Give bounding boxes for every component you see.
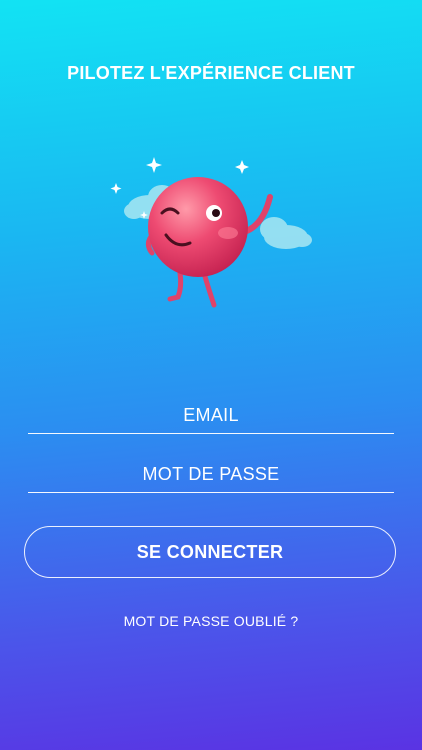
email-input[interactable]	[28, 397, 394, 433]
password-input[interactable]	[28, 456, 394, 492]
forgot-password-link[interactable]: MOT DE PASSE OUBLIÉ ?	[0, 613, 422, 629]
password-field[interactable]	[28, 456, 394, 493]
email-field[interactable]	[28, 397, 394, 434]
login-button[interactable]: SE CONNECTER	[24, 526, 396, 578]
page-title: PILOTEZ L'EXPÉRIENCE CLIENT	[67, 63, 355, 83]
winking-pink-ball-mascot-icon	[110, 157, 312, 308]
cloud-icon	[260, 217, 312, 249]
